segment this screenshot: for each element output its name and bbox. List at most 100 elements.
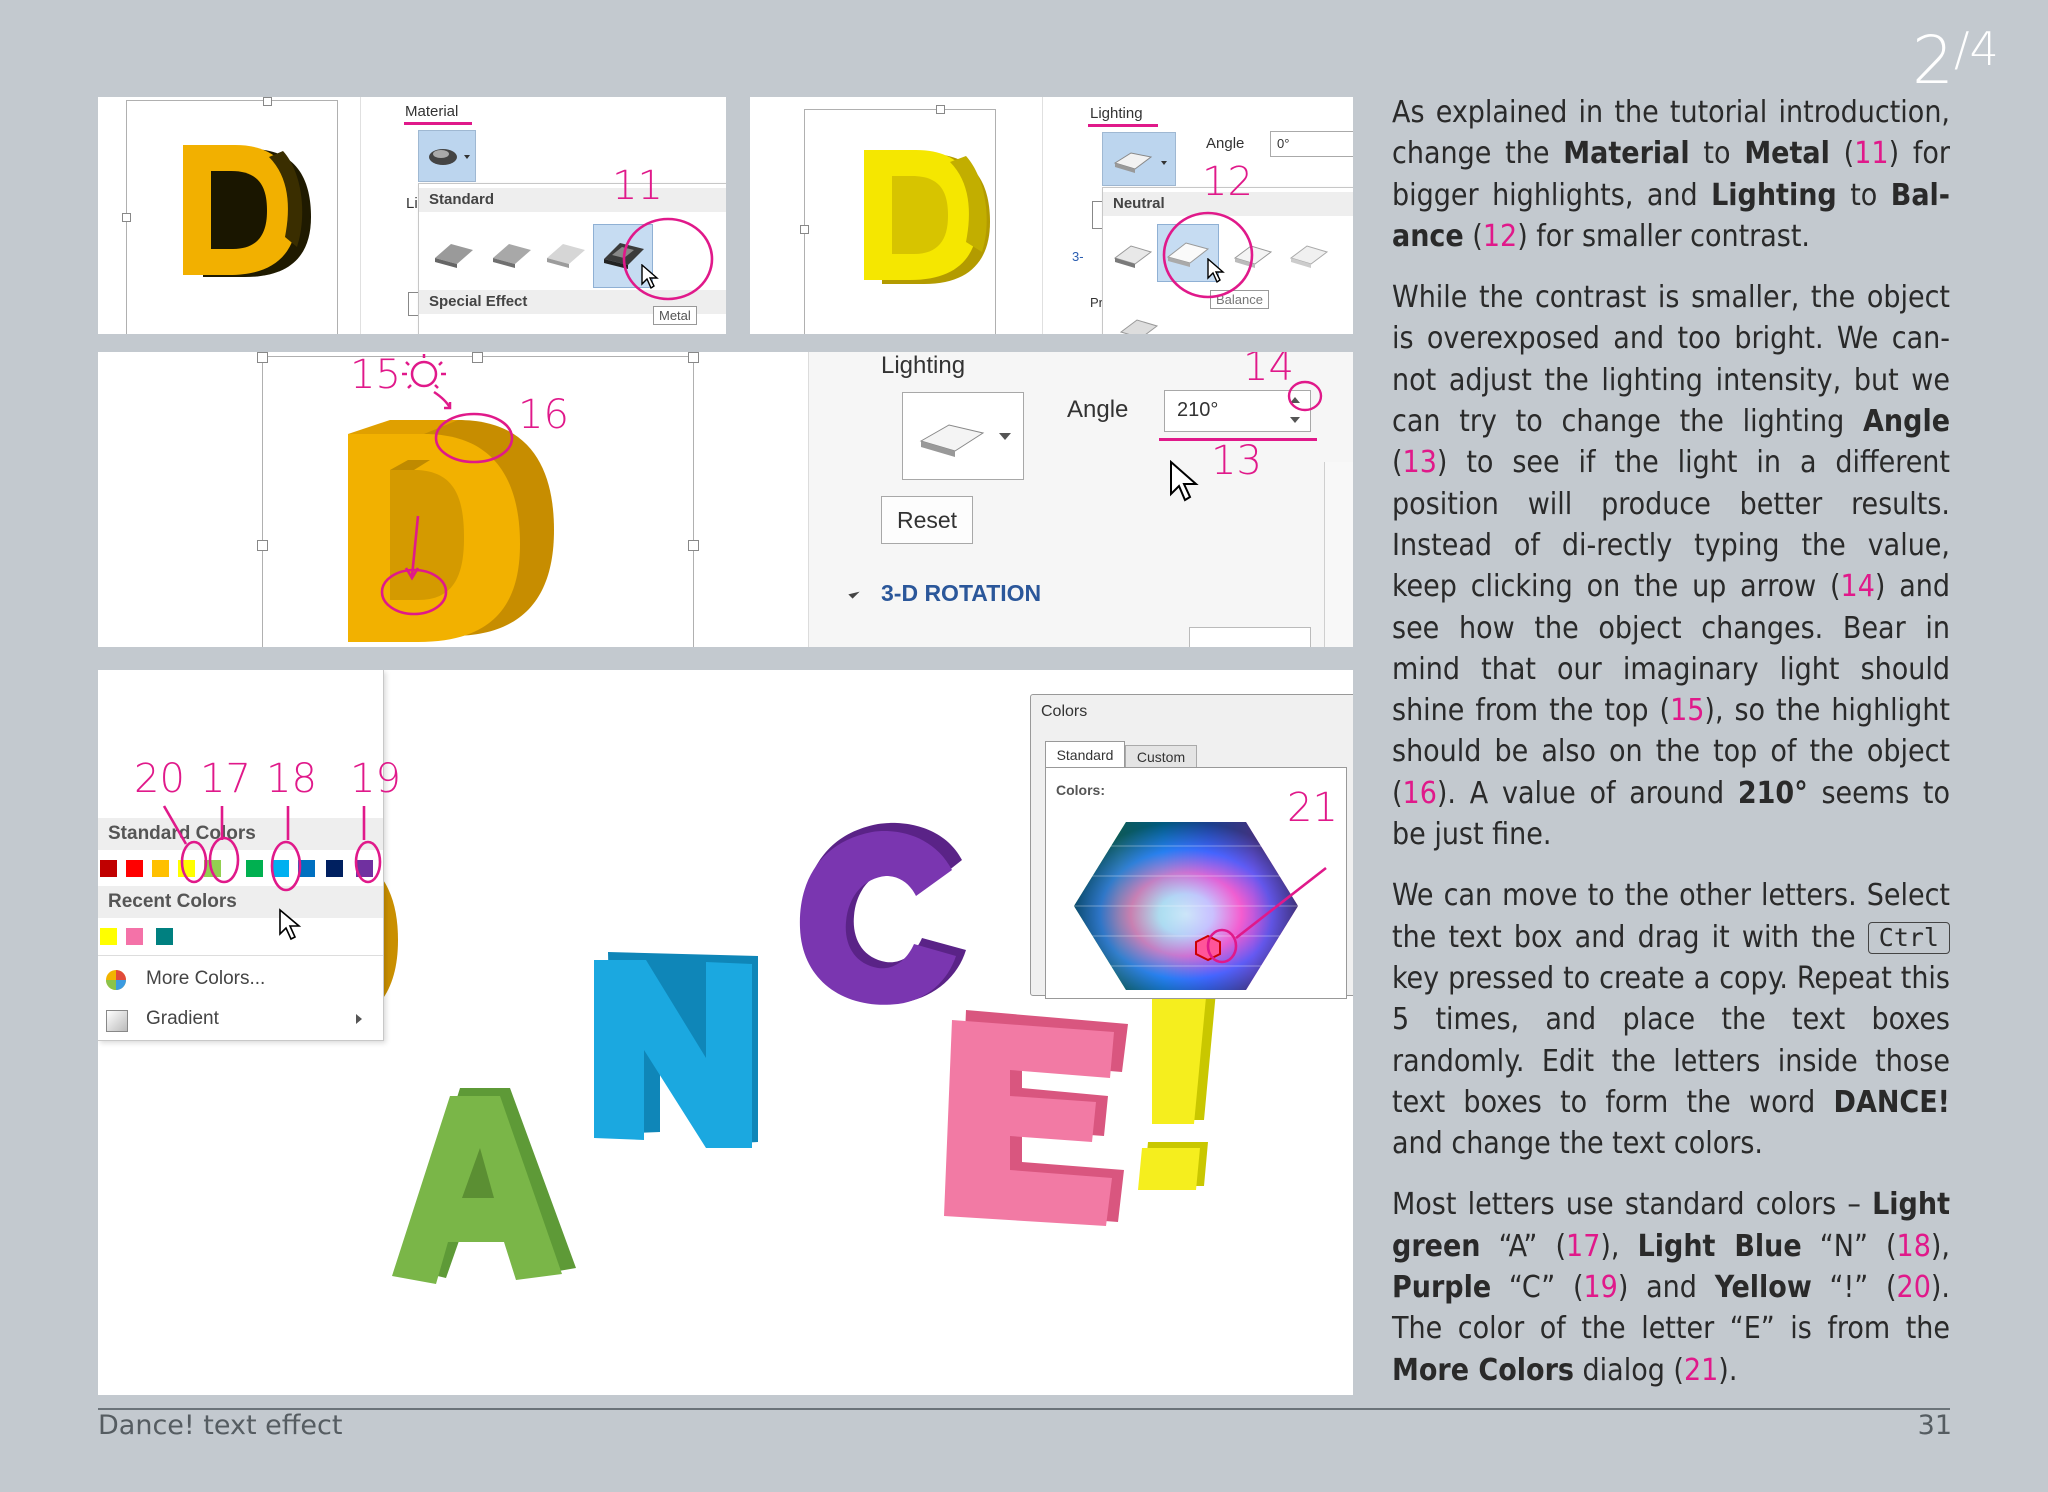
text-run: and change the text colors. (1392, 1126, 1763, 1162)
text-run: ). A value of around (1436, 775, 1738, 811)
collapse-triangle-icon[interactable] (848, 587, 860, 599)
screenshot-dance: Standard Colors Recent Colors More Color… (98, 670, 1353, 1395)
emphasis: Yellow (1714, 1270, 1812, 1306)
lighting-abbrev: Li (406, 195, 418, 212)
key-cap: Ctrl (1867, 921, 1950, 954)
angle-down-arrow-icon[interactable] (1290, 417, 1300, 423)
lighting-label: Lighting (1090, 105, 1143, 122)
callout-ref: 11 (1854, 136, 1889, 172)
emphasis: Material (1563, 136, 1690, 172)
callout-12: 12 (1202, 159, 1253, 205)
callout-ref: 18 (1896, 1228, 1931, 1264)
page-badge-slash: / (1954, 22, 1970, 76)
paragraph-1: As explained in the tutorial introductio… (1392, 92, 1950, 257)
recent-colors-row (98, 928, 383, 950)
recent-swatch[interactable] (156, 928, 173, 945)
colors-dialog: Colors Standard Custom Colors: 21 (1030, 694, 1353, 999)
angle-value: 210° (1177, 399, 1219, 421)
material-option-matte[interactable] (427, 232, 477, 272)
cursor-arrow-icon (279, 908, 302, 941)
lighting-option-flat[interactable] (1283, 234, 1333, 274)
handle (122, 213, 131, 222)
text-run: to (1689, 136, 1745, 172)
screenshot-lighting: Lighting Angle 0° 3- Pr Neutral Balance … (750, 97, 1353, 334)
callout-16: 16 (518, 392, 569, 438)
text-run: ), (1930, 1228, 1950, 1264)
recent-swatch[interactable] (100, 928, 117, 945)
lighting-icon (919, 424, 1011, 457)
metal-sphere-icon (429, 149, 470, 165)
gradient-item[interactable]: Gradient (98, 1000, 383, 1038)
angle-input[interactable]: 0° (1270, 131, 1353, 157)
handle (936, 105, 945, 114)
material-label: Material (405, 103, 459, 120)
recent-swatch[interactable] (126, 928, 143, 945)
text-run: to (1836, 177, 1891, 213)
text-run: “N” ( (1801, 1228, 1897, 1264)
callout-lines (162, 805, 382, 892)
callout-ref: 20 (1896, 1270, 1931, 1306)
material-underline (404, 122, 472, 125)
callout-ref: 19 (1583, 1270, 1618, 1306)
footer-rule (98, 1408, 1950, 1410)
paragraph-2: While the contrast is smaller, the objec… (1392, 277, 1950, 855)
lighting-underline (1088, 124, 1158, 127)
callout-17: 17 (200, 756, 251, 802)
more-colors-item[interactable]: More Colors... (98, 960, 383, 998)
callout-18: 18 (266, 756, 317, 802)
paragraph-4: Most letters use standard colors – Light… (1392, 1184, 1950, 1390)
lighting-label: Lighting (881, 352, 966, 379)
letter-d-yellow-3d (864, 150, 990, 284)
callout-circle (1162, 211, 1254, 299)
exclamation-3d (1138, 970, 1218, 1190)
text-run: dialog ( (1573, 1352, 1684, 1388)
emphasis: DANCE! (1833, 1084, 1950, 1120)
callout-14: 14 (1243, 352, 1294, 390)
angle-label: Angle (1067, 396, 1129, 423)
handle (800, 225, 809, 234)
paragraph-3: We can move to the other letters. Select… (1392, 875, 1950, 1164)
lighting-option-threepoint[interactable] (1107, 234, 1157, 274)
text-run: ), (1600, 1228, 1638, 1264)
gradient-icon (106, 1010, 128, 1032)
material-option-warm-matte[interactable] (485, 232, 535, 272)
handle (257, 540, 268, 551)
letter-e-3d (944, 1010, 1128, 1226)
body-text: As explained in the tutorial introductio… (1392, 92, 1950, 1411)
text-run: ) and (1617, 1270, 1715, 1306)
page-badge-current: 2 (1912, 22, 1954, 99)
material-option-plastic[interactable] (539, 232, 589, 272)
cut-label-3: 3- (1072, 249, 1084, 264)
handle (257, 352, 268, 363)
letter-n-3d (594, 952, 758, 1148)
text-run: “C” ( (1491, 1270, 1584, 1306)
emphasis: Light Blue (1637, 1228, 1802, 1264)
emphasis: Lighting (1711, 177, 1837, 213)
handle (688, 352, 699, 363)
handle (472, 352, 483, 363)
material-dropdown-button[interactable] (418, 130, 476, 182)
scrollbar-track[interactable] (1324, 462, 1353, 647)
callout-ref: 21 (1683, 1352, 1719, 1388)
gradient-label: Gradient (146, 1008, 219, 1029)
rotation-section-header[interactable]: 3-D ROTATION (881, 580, 1041, 607)
emphasis: Purple (1392, 1270, 1492, 1306)
lighting-dropdown-button[interactable] (1102, 132, 1176, 186)
callout-ref: 16 (1402, 775, 1437, 811)
color-wheel-icon (106, 970, 126, 990)
format-pane: Lighting Angle 210° 14 13 Reset 3-D ROTA… (808, 352, 1353, 647)
text-run: ( (1392, 445, 1403, 481)
tab-custom[interactable]: Custom (1125, 745, 1197, 769)
reset-button[interactable]: Reset (881, 496, 973, 544)
partial-button (1189, 627, 1311, 647)
text-run: “!” ( (1811, 1270, 1897, 1306)
lighting-dropdown-button[interactable] (902, 392, 1024, 480)
callout-circle (434, 412, 514, 464)
screenshot-material: Material Li Standard Special Effect Meta… (98, 97, 726, 334)
callout-21: 21 (1287, 785, 1338, 831)
page-number: 31 (1917, 1410, 1952, 1441)
text-run: Most letters use standard colors – (1392, 1187, 1873, 1223)
tab-standard[interactable]: Standard (1045, 741, 1125, 768)
text-run: We can move to the other letters. Select… (1392, 878, 1950, 955)
page-badge-total: 4 (1969, 22, 1999, 76)
